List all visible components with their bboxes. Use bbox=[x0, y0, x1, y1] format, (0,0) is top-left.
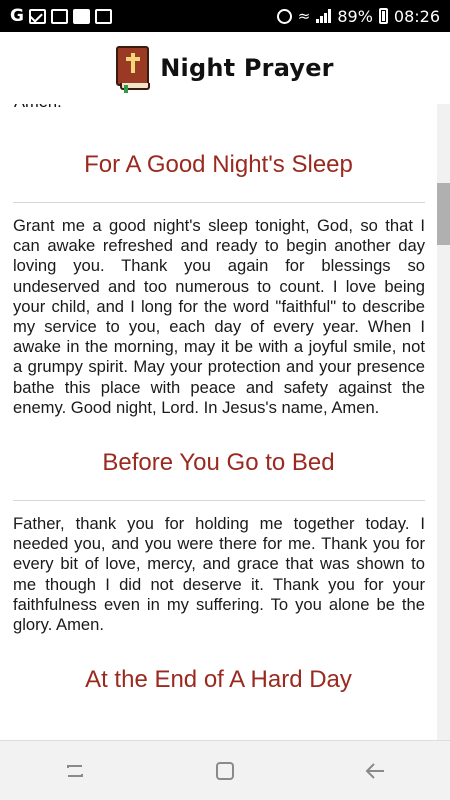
recents-icon bbox=[67, 764, 83, 777]
signal-icon bbox=[316, 9, 332, 23]
prayer-section: For A Good Night's Sleep Grant me a good… bbox=[0, 120, 437, 418]
alarm-icon bbox=[276, 8, 292, 24]
prayer-text: Father, thank you for holding me togethe… bbox=[13, 514, 425, 635]
notification-icon bbox=[50, 8, 68, 24]
section-title: Before You Go to Bed bbox=[102, 449, 335, 477]
prayer-text: Grant me a good night's sleep tonight, G… bbox=[13, 216, 425, 417]
badge-icon bbox=[72, 8, 90, 24]
battery-icon bbox=[378, 8, 388, 24]
prayer-list[interactable]: Amen. For A Good Night's Sleep Grant me … bbox=[0, 104, 437, 740]
previous-prayer-tail: Amen. bbox=[0, 104, 437, 120]
app-title: Night Prayer bbox=[160, 54, 334, 82]
app-header: Night Prayer bbox=[0, 32, 450, 104]
section-title: At the End of A Hard Day bbox=[85, 666, 352, 694]
status-bar: G ≈ 89% 08:26 bbox=[0, 0, 450, 32]
scrollbar-thumb[interactable] bbox=[437, 183, 450, 245]
wifi-icon: ≈ bbox=[297, 7, 311, 25]
home-button[interactable] bbox=[205, 751, 245, 791]
back-button[interactable] bbox=[355, 751, 395, 791]
mail-icon bbox=[28, 8, 46, 24]
status-time: 08:26 bbox=[393, 6, 440, 26]
status-left-icons: G bbox=[10, 6, 112, 26]
status-right: ≈ 89% 08:26 bbox=[276, 6, 440, 26]
back-icon bbox=[365, 762, 384, 779]
prayer-section: At the End of A Hard Day bbox=[0, 635, 437, 717]
section-title: For A Good Night's Sleep bbox=[84, 151, 353, 178]
image-icon bbox=[94, 8, 112, 24]
recents-button[interactable] bbox=[55, 751, 95, 791]
navigation-bar bbox=[0, 740, 450, 800]
prayer-section: Before You Go to Bed Father, thank you f… bbox=[0, 418, 437, 635]
battery-percent: 89% bbox=[337, 6, 373, 26]
google-g-icon: G bbox=[10, 6, 24, 26]
home-icon bbox=[216, 761, 234, 780]
bible-icon bbox=[116, 46, 152, 93]
